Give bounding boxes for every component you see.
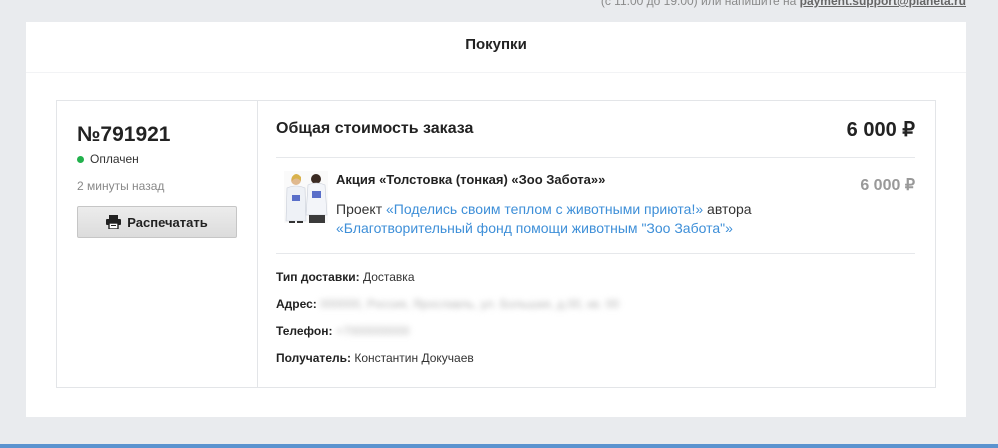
total-value: 6 000 ₽ (846, 119, 915, 141)
total-divider (276, 157, 915, 158)
address-value: 000000, Россия, Ярославль, ул. Большая, … (320, 297, 620, 311)
total-label: Общая стоимость заказа (276, 120, 474, 137)
support-note: (с 11:00 до 19:00) или напишите на payme… (601, 0, 966, 8)
author-word: автора (707, 201, 752, 217)
order-summary-panel: №791921 Оплачен 2 минуты назад Распечата… (57, 101, 258, 387)
delivery-type-value: Доставка (362, 270, 415, 284)
bottom-accent-bar (0, 444, 998, 448)
project-prefix: Проект (336, 201, 383, 217)
print-button[interactable]: Распечатать (77, 206, 237, 238)
address-row: Адрес: 000000, Россия, Ярославль, ул. Бо… (276, 297, 619, 311)
purchases-card: Покупки №791921 Оплачен 2 минуты назад Р… (26, 22, 966, 417)
support-note-text: (с 11:00 до 19:00) или напишите на (600, 0, 797, 8)
order-status: Оплачен (77, 152, 139, 166)
printer-icon (106, 215, 122, 229)
support-email-link[interactable]: payment.support@planeta.ru (800, 0, 966, 8)
author-link[interactable]: «Благотворительный фонд помощи животным … (336, 220, 733, 236)
order-details-panel: Общая стоимость заказа 6 000 ₽ Акция «То… (276, 101, 915, 387)
print-button-label: Распечатать (127, 214, 208, 230)
order-time: 2 минуты назад (77, 179, 165, 193)
recipient-row: Получатель: Константин Докучаев (276, 351, 474, 365)
phone-row: Телефон: +7000000000 (276, 324, 410, 338)
order-status-label: Оплачен (90, 152, 139, 166)
project-link[interactable]: «Поделись своим теплом с животными приют… (386, 201, 703, 217)
recipient-label: Получатель: (276, 351, 351, 365)
item-divider (276, 253, 915, 254)
order-block: №791921 Оплачен 2 минуты назад Распечата… (56, 100, 936, 388)
item-project-info: Проект «Поделись своим теплом с животным… (336, 200, 806, 238)
page-title: Покупки (465, 36, 527, 53)
order-number: №791921 (77, 123, 171, 146)
recipient-value: Константин Докучаев (354, 351, 474, 365)
product-thumbnail[interactable] (284, 171, 328, 223)
phone-label: Телефон: (276, 324, 333, 338)
delivery-type-row: Тип доставки: Доставка (276, 270, 415, 284)
item-price: 6 000 ₽ (860, 177, 915, 194)
status-dot-icon (77, 155, 84, 163)
phone-value: +7000000000 (335, 324, 410, 338)
address-label: Адрес: (276, 297, 317, 311)
item-title: Акция «Толстовка (тонкая) «Зоо Забота»» (336, 172, 606, 187)
header-divider (26, 72, 966, 73)
delivery-type-label: Тип доставки: (276, 270, 360, 284)
